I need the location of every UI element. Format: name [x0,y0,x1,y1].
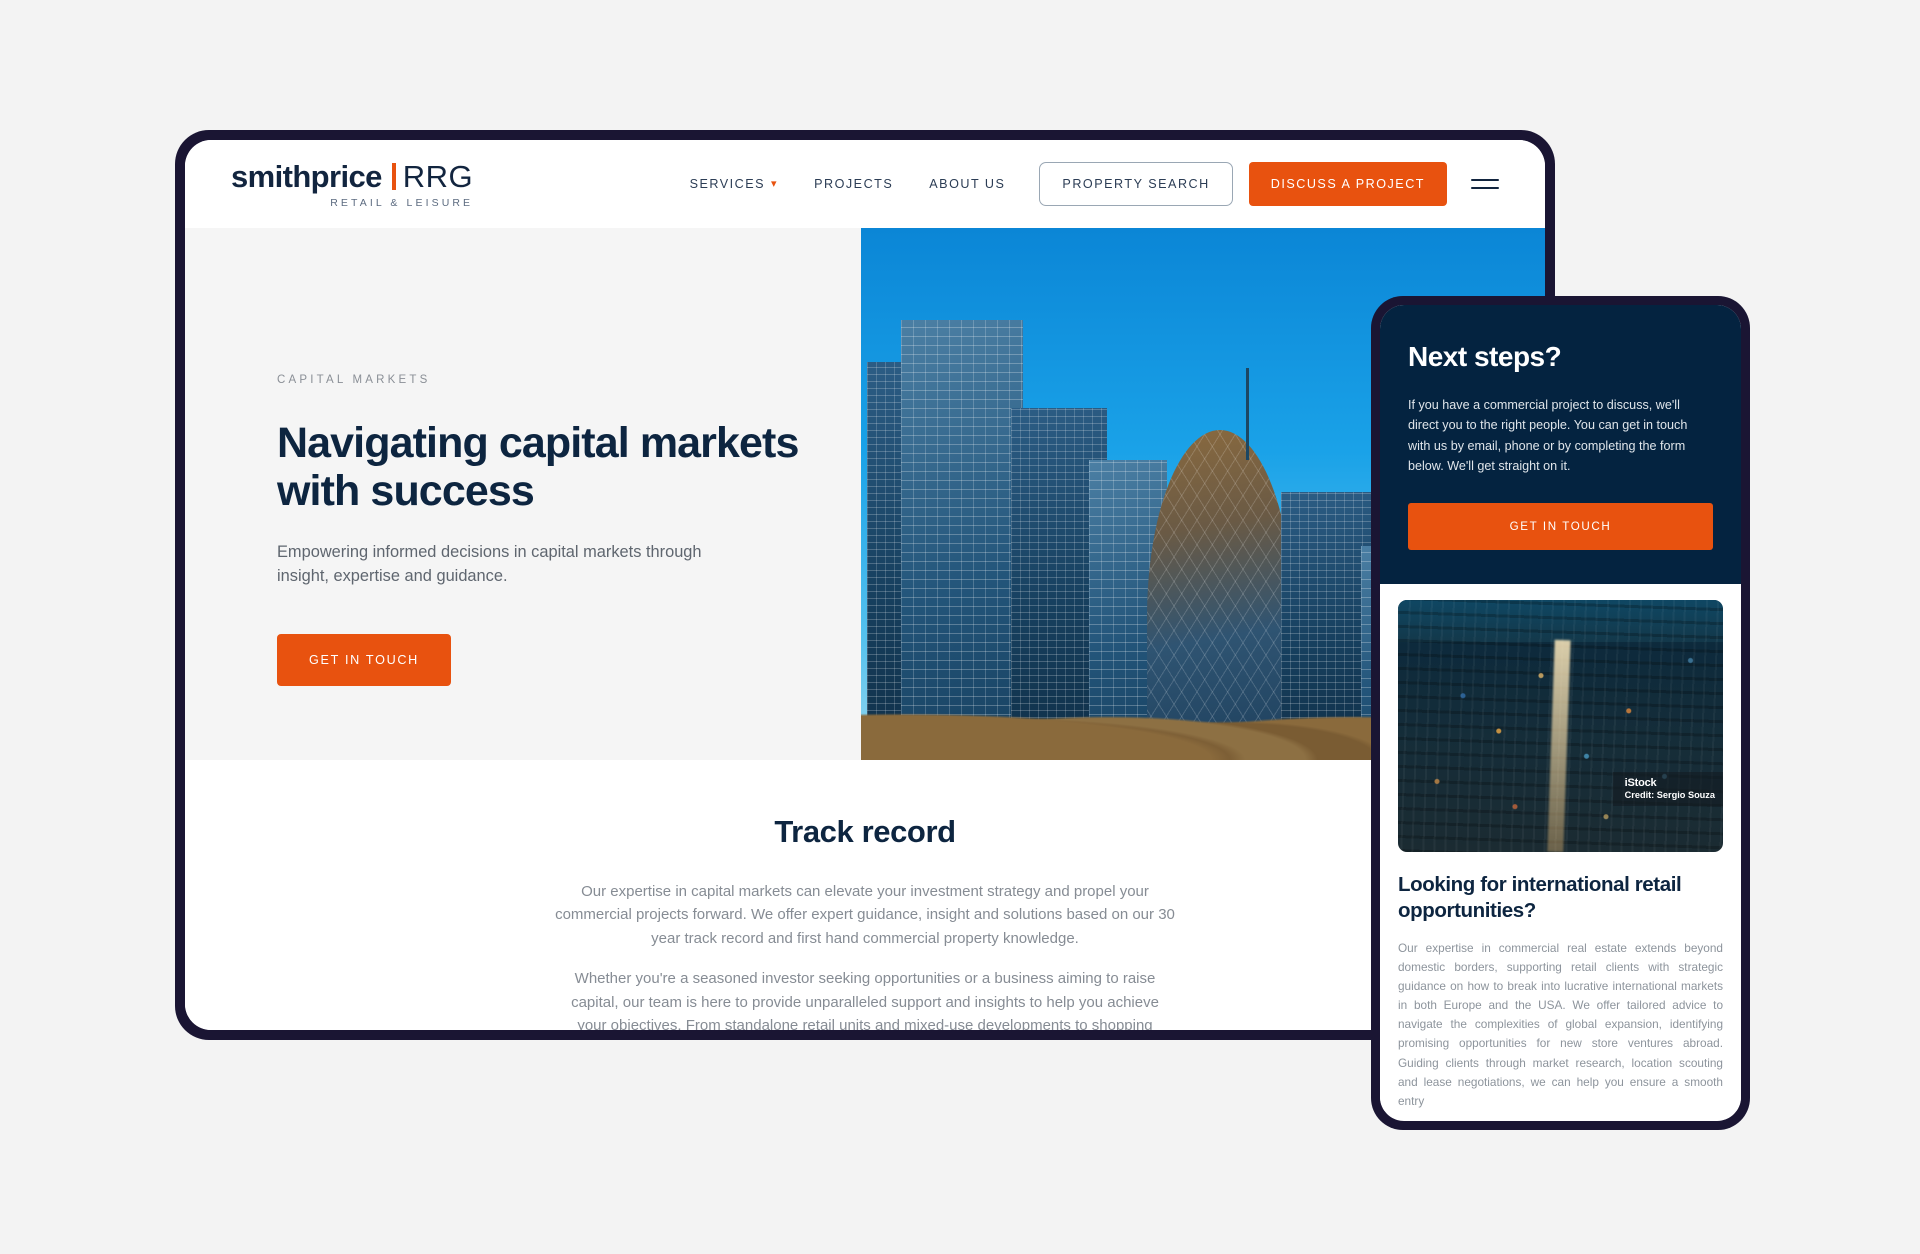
track-record-heading: Track record [774,814,956,849]
nav-item-about-us-label: ABOUT US [929,177,1006,191]
nav-item-services-label: SERVICES [689,177,766,191]
logo-divider-icon [391,163,396,190]
logo-rrg: RRG [402,159,474,194]
hamburger-icon[interactable] [1471,178,1499,190]
hamburger-bar [1471,178,1499,181]
hero-subtitle: Empowering informed decisions in capital… [277,543,702,585]
nav-item-projects[interactable]: PROJECTS [796,177,911,191]
nav-item-about-us[interactable]: ABOUT US [911,177,1023,191]
brand-logo[interactable]: smithprice RRG RETAIL & LEISURE [231,159,473,209]
mobile-article: iStock Credit: Sergio Souza Looking for … [1380,583,1741,1111]
hamburger-bar [1471,187,1499,190]
mobile-article-heading: Looking for international retail opportu… [1398,872,1682,923]
hero-copy: CAPITAL MARKETS Navigating capital marke… [185,228,861,760]
mobile-phone-frame: Next steps? If you have a commercial pro… [1371,296,1750,1130]
mobile-article-body: Our expertise in commercial real estate … [1398,940,1723,1108]
primary-nav: SERVICES ▾ PROJECTS ABOUT US PROPERTY SE… [672,162,1499,206]
mobile-viewport: Next steps? If you have a commercial pro… [1380,305,1741,1121]
logo-wordmark: smithprice RRG [231,159,473,195]
hero-get-in-touch-button[interactable]: GET IN TOUCH [277,634,451,687]
istock-logo: iStock [1624,776,1657,789]
mobile-get-in-touch-button[interactable]: GET IN TOUCH [1408,502,1713,550]
city-night-photo: iStock Credit: Sergio Souza [1398,599,1723,852]
track-record-paragraph: Whether you're a seasoned investor seeki… [571,970,1159,1030]
discuss-a-project-button[interactable]: DISCUSS A PROJECT [1248,162,1447,206]
logo-tagline: RETAIL & LEISURE [330,197,474,209]
antenna-mast [1246,368,1249,460]
logo-word: smithprice [231,159,382,194]
page-title: Navigating capital markets with success [277,419,799,515]
desktop-viewport: smithprice RRG RETAIL & LEISURE SERVICES… [185,140,1545,1030]
nav-item-services[interactable]: SERVICES ▾ [672,177,797,191]
next-steps-panel: Next steps? If you have a commercial pro… [1380,305,1741,584]
image-credit-line: Credit: Sergio Souza [1624,789,1715,800]
desktop-browser-frame: smithprice RRG RETAIL & LEISURE SERVICES… [175,130,1555,1040]
image-credit-watermark: iStock Credit: Sergio Souza [1612,771,1723,806]
next-steps-heading: Next steps? [1408,341,1562,372]
track-record-section: Track record Our expertise in capital ma… [185,760,1545,1030]
hero-section: CAPITAL MARKETS Navigating capital marke… [185,228,1545,760]
nav-item-projects-label: PROJECTS [814,177,894,191]
site-header: smithprice RRG RETAIL & LEISURE SERVICES… [185,140,1545,228]
track-record-paragraph: Our expertise in capital markets can ele… [555,883,1175,947]
property-search-button[interactable]: PROPERTY SEARCH [1039,162,1233,206]
chevron-down-icon: ▾ [771,177,779,190]
hero-eyebrow: CAPITAL MARKETS [277,374,431,386]
next-steps-body: If you have a commercial project to disc… [1408,398,1688,474]
